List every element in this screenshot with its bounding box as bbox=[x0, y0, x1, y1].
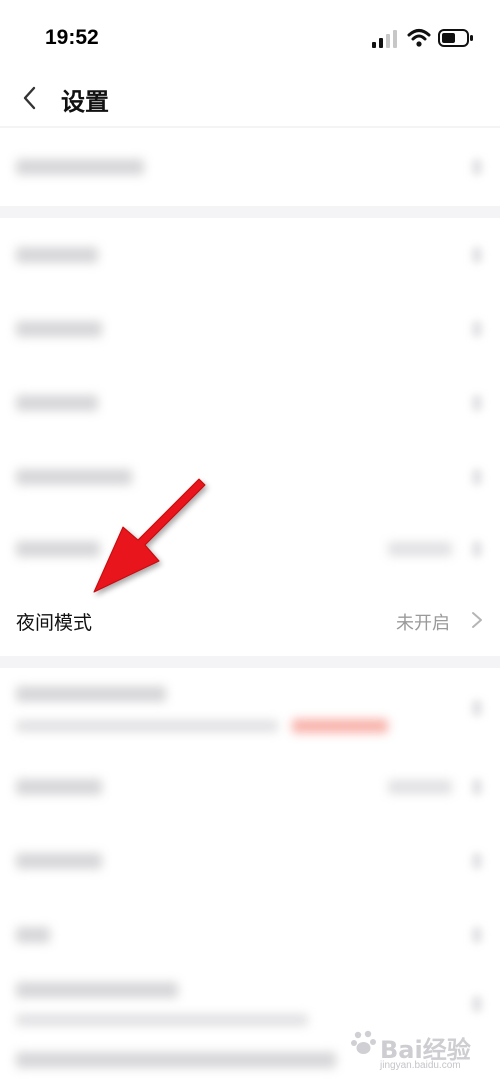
blurred-label bbox=[16, 247, 98, 263]
back-chevron-icon[interactable] bbox=[18, 85, 44, 111]
settings-row-blurred[interactable] bbox=[0, 898, 500, 972]
blurred-highlight bbox=[292, 719, 388, 733]
blurred-chevron bbox=[472, 469, 482, 485]
status-bar: 19:52 bbox=[0, 0, 500, 76]
settings-row-blurred[interactable] bbox=[0, 440, 500, 514]
blurred-chevron bbox=[472, 853, 482, 869]
blurred-label bbox=[16, 395, 98, 411]
blurred-chevron bbox=[472, 159, 482, 175]
blurred-label bbox=[16, 321, 102, 337]
nav-bar: 设置 bbox=[0, 76, 500, 126]
settings-group-2: 夜间模式 未开启 bbox=[0, 218, 500, 656]
night-mode-row[interactable]: 夜间模式 未开启 bbox=[0, 584, 500, 656]
blurred-sublabel bbox=[16, 1014, 308, 1026]
watermark-url: jingyan.baidu.com bbox=[380, 1060, 461, 1071]
night-mode-label: 夜间模式 bbox=[16, 613, 93, 634]
blurred-value bbox=[388, 542, 452, 556]
blurred-label bbox=[16, 159, 144, 175]
blurred-chevron bbox=[472, 321, 482, 337]
blurred-label bbox=[16, 686, 166, 702]
blurred-chevron bbox=[472, 395, 482, 411]
settings-row-blurred[interactable] bbox=[0, 668, 500, 750]
settings-row-blurred[interactable] bbox=[0, 824, 500, 898]
wifi-icon bbox=[407, 29, 431, 47]
baidu-jingyan-watermark: Bai经验 jingyan.baidu.com bbox=[350, 1022, 496, 1080]
cellular-signal-icon bbox=[372, 30, 397, 48]
blurred-label bbox=[16, 1052, 336, 1068]
settings-row-blurred[interactable] bbox=[0, 366, 500, 440]
settings-row-blurred[interactable] bbox=[0, 218, 500, 292]
battery-icon bbox=[438, 29, 473, 47]
page-title: 设置 bbox=[61, 89, 109, 116]
night-mode-status: 未开启 bbox=[396, 613, 450, 633]
blurred-chevron bbox=[472, 927, 482, 943]
chevron-right-icon bbox=[472, 612, 482, 628]
blurred-label bbox=[16, 541, 100, 557]
blurred-label bbox=[16, 982, 178, 998]
blurred-chevron bbox=[472, 700, 482, 716]
blurred-chevron bbox=[472, 247, 482, 263]
blurred-value bbox=[388, 780, 452, 794]
blurred-chevron bbox=[472, 541, 482, 557]
blurred-label bbox=[16, 927, 50, 943]
blurred-chevron bbox=[472, 779, 482, 795]
blurred-chevron bbox=[472, 996, 482, 1012]
paw-logo-icon bbox=[351, 1030, 376, 1054]
blurred-sublabel bbox=[16, 720, 278, 732]
status-time: 19:52 bbox=[45, 26, 99, 49]
settings-row-blurred[interactable] bbox=[0, 514, 500, 584]
blurred-label bbox=[16, 469, 132, 485]
settings-row-blurred[interactable] bbox=[0, 750, 500, 824]
settings-group-3 bbox=[0, 668, 500, 1083]
settings-group-1 bbox=[0, 128, 500, 206]
blurred-label bbox=[16, 853, 102, 869]
blurred-label bbox=[16, 779, 102, 795]
settings-row-blurred[interactable] bbox=[0, 292, 500, 366]
settings-row-blurred[interactable] bbox=[0, 128, 500, 206]
